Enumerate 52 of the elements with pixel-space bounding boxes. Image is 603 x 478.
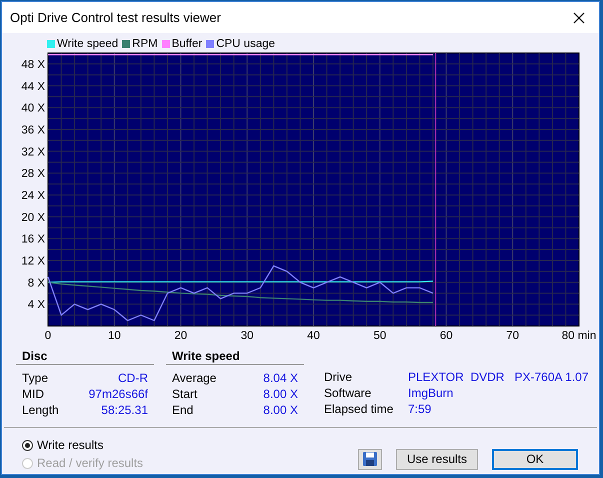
dialog-button[interactable]: OK bbox=[492, 448, 578, 470]
y-tick-label: 32 X bbox=[21, 146, 45, 158]
legend-label: Buffer bbox=[172, 38, 202, 50]
x-tick-label: 10 bbox=[108, 330, 121, 342]
y-tick-label: 20 X bbox=[21, 212, 45, 224]
legend-label: CPU usage bbox=[216, 38, 276, 50]
x-tick-label: 60 bbox=[440, 330, 453, 342]
x-tick-label: 70 bbox=[506, 330, 520, 342]
field-label: Average bbox=[172, 371, 216, 387]
field-label: Length bbox=[22, 403, 59, 419]
y-tick-label: 8 X bbox=[28, 277, 45, 290]
y-tick-label: 28 X bbox=[21, 168, 45, 180]
y-tick-label: 16 X bbox=[21, 234, 45, 246]
y-tick-label: 36 X bbox=[21, 124, 45, 136]
field-value: PLEXTOR DVDR PX-760A 1.07 bbox=[408, 370, 589, 386]
field-value: 58:25.31 bbox=[101, 403, 148, 419]
field-value: 8.04 X bbox=[263, 371, 298, 387]
y-tick-label: 4 X bbox=[28, 299, 45, 312]
field-label: Start bbox=[172, 387, 198, 403]
x-tick-label: 50 bbox=[373, 330, 386, 342]
y-tick-label: 48 X bbox=[21, 58, 45, 71]
field-value: 8.00 X bbox=[263, 387, 298, 403]
field-label: Elapsed time bbox=[324, 402, 394, 418]
field-label: MID bbox=[22, 387, 44, 403]
field-value: 7:59 bbox=[408, 402, 432, 418]
legend-label: RPM bbox=[132, 38, 158, 50]
field-label: End bbox=[172, 403, 194, 419]
field-label: Software bbox=[324, 386, 372, 402]
y-tick-label: 12 X bbox=[21, 255, 45, 268]
x-tick-label: 20 bbox=[174, 330, 188, 342]
field-value: ImgBurn bbox=[408, 386, 454, 402]
dialog-button[interactable]: Use results bbox=[396, 448, 478, 470]
x-tick-label: 80 min bbox=[562, 330, 596, 342]
legend-label: Write speed bbox=[57, 38, 118, 50]
radio-button[interactable] bbox=[22, 440, 33, 450]
x-tick-label: 0 bbox=[44, 330, 52, 342]
section-heading: Disc bbox=[16, 347, 154, 365]
window-title: Opti Drive Control test results viewer bbox=[10, 10, 221, 25]
section-heading: Write speed bbox=[166, 347, 304, 365]
field-value: CD-R bbox=[118, 371, 148, 387]
x-tick-label: 40 bbox=[307, 330, 320, 342]
y-tick-label: 24 X bbox=[21, 190, 45, 202]
radio-label[interactable]: Write results bbox=[37, 438, 104, 452]
y-tick-label: 40 X bbox=[21, 102, 45, 115]
close-icon bbox=[573, 12, 585, 24]
field-value: 97m26s66f bbox=[88, 387, 148, 403]
x-tick-label: 30 bbox=[240, 330, 254, 342]
field-label: Type bbox=[22, 371, 48, 387]
field-value: 8.00 X bbox=[263, 403, 298, 419]
save-button[interactable] bbox=[358, 448, 382, 470]
field-label: Drive bbox=[324, 370, 354, 386]
y-tick-label: 44 X bbox=[21, 80, 45, 93]
